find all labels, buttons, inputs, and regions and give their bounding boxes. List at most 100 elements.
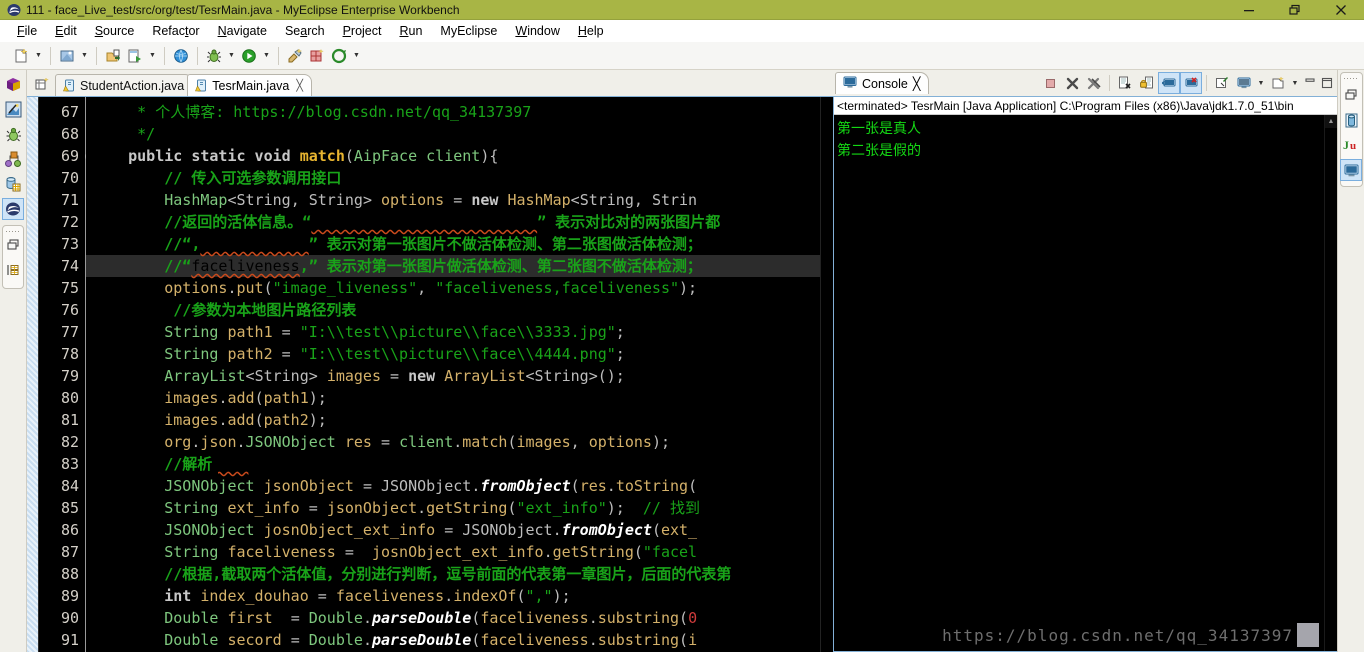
code-line[interactable]: images.add(path1); xyxy=(86,387,820,409)
menu-item-refactor[interactable]: Refactor xyxy=(143,22,208,40)
external-tools-icon[interactable] xyxy=(284,45,306,67)
debug-dropdown-arrow[interactable]: ▼ xyxy=(225,45,238,67)
close-icon[interactable]: ╳ xyxy=(913,76,921,91)
code-token: faceliveness xyxy=(480,631,589,649)
show-console-on-output-icon[interactable] xyxy=(1158,72,1180,94)
outline-view-icon[interactable] xyxy=(2,259,24,281)
minimize-view-icon[interactable] xyxy=(1301,72,1318,94)
console-view-icon[interactable] xyxy=(1340,159,1362,181)
junit-view-icon[interactable]: J u xyxy=(1340,134,1362,156)
code-line[interactable]: JSONObject jsonObject = JSONObject.fromO… xyxy=(86,475,820,497)
save-dropdown-arrow[interactable]: ▼ xyxy=(78,45,91,67)
menu-item-help[interactable]: Help xyxy=(569,22,613,40)
code-line[interactable]: //“,faceliveness” 表示对第一张图片不做活体检测、第二张图做活体… xyxy=(86,233,820,255)
code-line[interactable]: String faceliveness = josnObject_ext_inf… xyxy=(86,541,820,563)
pin-console-icon[interactable] xyxy=(1211,72,1233,94)
open-type-dropdown-arrow[interactable]: ▼ xyxy=(350,45,363,67)
console-vertical-scrollbar[interactable]: ▲ xyxy=(1324,115,1337,651)
hierarchy-icon[interactable] xyxy=(2,148,24,170)
database-explorer-icon[interactable] xyxy=(2,173,24,195)
code-line[interactable]: Double secord = Double.parseDouble(facel… xyxy=(86,629,820,651)
code-token: faceliveness xyxy=(335,587,445,605)
code-line[interactable]: public static void match(AipFace client)… xyxy=(86,145,820,167)
restore-view-icon[interactable] xyxy=(1340,84,1362,106)
restore-view-icon[interactable] xyxy=(2,234,24,256)
code-line[interactable]: JSONObject josnObject_ext_info = JSONObj… xyxy=(86,519,820,541)
code-line[interactable]: org.json.JSONObject res = client.match(i… xyxy=(86,431,820,453)
code-token: substring xyxy=(597,631,680,649)
java-perspective-icon[interactable] xyxy=(2,198,24,220)
code-line[interactable]: String path2 = "I:\\test\\picture\\face\… xyxy=(86,343,820,365)
menu-item-run[interactable]: Run xyxy=(390,22,431,40)
new-wizard-icon[interactable] xyxy=(10,45,32,67)
editor-list-icon[interactable] xyxy=(31,73,53,95)
package-explorer-icon[interactable] xyxy=(2,73,24,95)
editor-vertical-scrollbar[interactable] xyxy=(820,97,833,652)
scroll-lock-icon[interactable] xyxy=(1136,72,1158,94)
open-console-dropdown-arrow[interactable]: ▼ xyxy=(1289,72,1301,94)
menu-item-myeclipse[interactable]: MyEclipse xyxy=(431,22,506,40)
menu-item-edit[interactable]: Edit xyxy=(46,22,86,40)
code-token: < xyxy=(570,191,580,209)
tab-StudentAction-java[interactable]: StudentAction.java xyxy=(55,74,194,96)
code-line[interactable]: //“faceliveness,” 表示对第一张图片做活体检测、第二张图不做活体… xyxy=(86,255,820,277)
source-code-text[interactable]: * 个人博客: https://blog.csdn.net/qq_3413739… xyxy=(86,97,820,652)
code-line[interactable]: ArrayList<String> images = new ArrayList… xyxy=(86,365,820,387)
code-line[interactable]: // 传入可选参数调用接口 xyxy=(86,167,820,189)
deploy-icon[interactable] xyxy=(124,45,146,67)
browser-icon[interactable] xyxy=(170,45,192,67)
remove-all-launches-icon[interactable] xyxy=(1083,72,1105,94)
code-line[interactable]: int index_douhao = faceliveness.indexOf(… xyxy=(86,585,820,607)
maximize-view-icon[interactable] xyxy=(1318,72,1335,94)
run-dropdown-arrow[interactable]: ▼ xyxy=(260,45,273,67)
code-token: //根据,截取两个活体值，分别进行判断，逗号前面的代表第一章图片，后面的代表第 xyxy=(92,565,732,583)
code-line[interactable]: //返回的活体信息。“faceliveness,faceliveness” 表示… xyxy=(86,211,820,233)
tab-console[interactable]: Console ╳ xyxy=(835,72,930,94)
code-line[interactable]: String path1 = "I:\\test\\picture\\face\… xyxy=(86,321,820,343)
code-line[interactable]: HashMap<String, String> options = new Ha… xyxy=(86,189,820,211)
myeclipse-explorer-icon[interactable] xyxy=(2,98,24,120)
open-type-icon[interactable] xyxy=(328,45,350,67)
minimize-button[interactable] xyxy=(1226,0,1272,20)
run-icon[interactable] xyxy=(238,45,260,67)
menu-item-search[interactable]: Search xyxy=(276,22,334,40)
terminate-icon[interactable] xyxy=(1039,72,1061,94)
menu-item-project[interactable]: Project xyxy=(334,22,391,40)
close-icon[interactable]: ╳ xyxy=(296,79,303,92)
show-console-on-error-icon[interactable] xyxy=(1180,72,1202,94)
close-button[interactable] xyxy=(1318,0,1364,20)
code-line[interactable]: //根据,截取两个活体值，分别进行判断，逗号前面的代表第一章图片，后面的代表第 xyxy=(86,563,820,585)
code-line[interactable]: * 个人博客: https://blog.csdn.net/qq_3413739… xyxy=(86,101,820,123)
debug-icon[interactable] xyxy=(203,45,225,67)
code-line[interactable]: */ xyxy=(86,123,820,145)
remove-launch-icon[interactable] xyxy=(1061,72,1083,94)
tab-TesrMain-java[interactable]: TesrMain.java ╳ xyxy=(187,74,312,96)
drag-grip[interactable] xyxy=(1344,75,1358,81)
menu-item-window[interactable]: Window xyxy=(506,22,568,40)
code-line[interactable]: //解析json xyxy=(86,453,820,475)
menu-item-source[interactable]: Source xyxy=(86,22,144,40)
open-console-icon[interactable] xyxy=(1267,72,1289,94)
display-console-dropdown-arrow[interactable]: ▼ xyxy=(1255,72,1267,94)
display-selected-console-icon[interactable] xyxy=(1233,72,1255,94)
code-line[interactable]: Double first = Double.parseDouble(faceli… xyxy=(86,607,820,629)
new-wizard-dropdown-arrow[interactable]: ▼ xyxy=(32,45,45,67)
menu-item-navigate[interactable]: Navigate xyxy=(209,22,276,40)
clear-console-icon[interactable] xyxy=(1114,72,1136,94)
code-line[interactable]: images.add(path2); xyxy=(86,409,820,431)
code-line[interactable]: options.put("image_liveness", "faceliven… xyxy=(86,277,820,299)
debug-bug-icon[interactable] xyxy=(2,123,24,145)
annotation-overview-bar[interactable] xyxy=(27,97,39,652)
menu-item-file[interactable]: File xyxy=(8,22,46,40)
scroll-up-arrow[interactable]: ▲ xyxy=(1324,115,1337,128)
deploy-dropdown-arrow[interactable]: ▼ xyxy=(146,45,159,67)
servers-view-icon[interactable] xyxy=(1340,109,1362,131)
code-token: public static void xyxy=(128,147,300,165)
code-line[interactable]: String ext_info = jsonObject.getString("… xyxy=(86,497,820,519)
export-icon[interactable] xyxy=(102,45,124,67)
console-output-area[interactable]: 第一张是真人 第二张是假的 ▲ https://blog.csdn.net/qq_… xyxy=(834,115,1337,651)
save-icon[interactable] xyxy=(56,45,78,67)
restore-button[interactable] xyxy=(1272,0,1318,20)
code-line[interactable]: //参数为本地图片路径列表 xyxy=(86,299,820,321)
new-java-package-icon[interactable] xyxy=(306,45,328,67)
